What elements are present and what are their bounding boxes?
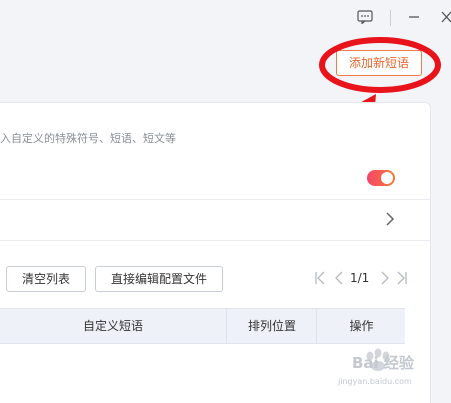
column-header-custom-phrase: 自定义短语	[82, 319, 143, 333]
next-page-icon[interactable]	[380, 270, 390, 286]
page-indicator: 1/1	[350, 271, 370, 285]
chevron-right-icon[interactable]	[385, 211, 395, 227]
feature-description: 入自定义的特殊符号、短语、短文等	[0, 132, 176, 145]
custom-phrase-toggle[interactable]	[367, 170, 395, 186]
add-new-phrase-button[interactable]: 添加新短语	[336, 50, 422, 76]
divider	[0, 199, 430, 200]
titlebar-divider	[390, 10, 391, 26]
divider	[0, 240, 430, 241]
close-icon[interactable]	[440, 10, 451, 24]
title-bar	[0, 0, 451, 34]
watermark-brand: Bai 经验	[352, 354, 414, 372]
table-header: 自定义短语 排列位置 操作	[0, 308, 405, 344]
column-header-order: 排列位置	[226, 309, 317, 343]
first-page-icon[interactable]	[314, 270, 326, 286]
clear-list-button[interactable]: 清空列表	[6, 266, 86, 292]
watermark-url: jingyan.baidu.com	[338, 377, 412, 386]
edit-config-file-button[interactable]: 直接编辑配置文件	[95, 266, 223, 292]
minimize-icon[interactable]	[408, 10, 420, 24]
column-header-action: 操作	[316, 309, 406, 343]
last-page-icon[interactable]	[396, 270, 408, 286]
chat-bubble-icon[interactable]	[357, 10, 373, 24]
prev-page-icon[interactable]	[334, 270, 344, 286]
